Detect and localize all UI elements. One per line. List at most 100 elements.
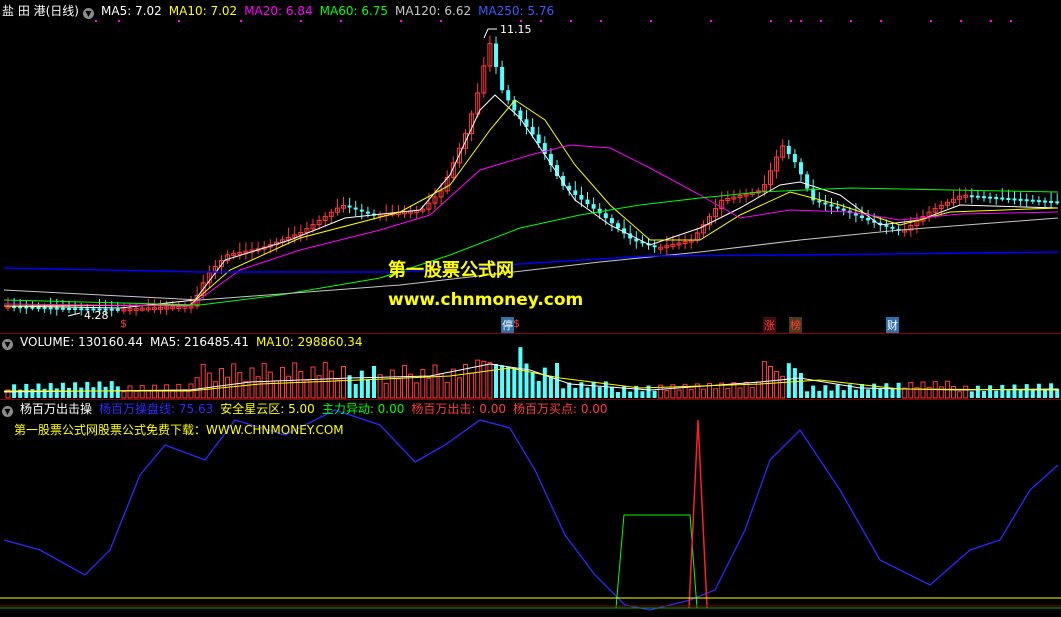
- marker-finance[interactable]: 财: [886, 317, 899, 333]
- marker-limit-up[interactable]: 涨: [763, 317, 776, 333]
- volume-bar: [652, 390, 657, 398]
- candle-body: [1055, 201, 1060, 204]
- volume-bar: [957, 391, 963, 399]
- volume-bar: [890, 388, 895, 398]
- candle-body: [841, 208, 846, 211]
- volume-bar: [377, 374, 383, 399]
- volume-bar: [54, 388, 59, 398]
- indicator-buy-label: 杨百万买点: 0.00: [512, 402, 608, 416]
- volume-bar: [963, 385, 969, 399]
- volume-bar: [902, 387, 908, 399]
- volume-bar: [432, 364, 438, 399]
- volume-panel[interactable]: ▼ VOLUME: 130160.44 MA5: 216485.41 MA10: 29…: [0, 334, 1061, 400]
- volume-bar: [139, 385, 145, 399]
- signal-dot: [850, 20, 852, 22]
- volume-bar: [469, 372, 475, 399]
- volume-bar: [91, 387, 96, 398]
- chevron-down-icon[interactable]: ▼: [83, 8, 94, 19]
- candle-body: [890, 226, 895, 229]
- volume-bar: [1018, 389, 1023, 398]
- candle-body: [969, 195, 974, 198]
- volume-bar: [127, 385, 133, 399]
- volume-bar: [591, 381, 596, 398]
- candle-body: [860, 215, 864, 218]
- candle-body: [494, 43, 498, 67]
- marker-dollar[interactable]: $: [120, 317, 127, 330]
- volume-bar: [341, 366, 346, 399]
- marker-dollar[interactable]: $: [513, 317, 520, 330]
- volume-bar: [1006, 390, 1011, 398]
- candle-body: [30, 306, 35, 309]
- candle-body: [829, 204, 834, 207]
- volume-bar: [860, 384, 864, 398]
- watermark-url: www.chnmoney.com: [388, 290, 584, 310]
- volume-bar: [389, 369, 395, 399]
- volume-bar: [853, 389, 858, 398]
- kline-chart[interactable]: [0, 0, 1061, 334]
- indicator-blue-line: [3, 409, 1059, 611]
- volume-bar: [103, 386, 108, 398]
- volume-bar: [688, 389, 694, 399]
- candle-body: [359, 209, 364, 212]
- candle-body: [54, 307, 59, 310]
- volume-bar: [494, 364, 498, 398]
- high-pointer: [483, 28, 497, 39]
- volume-bar: [322, 361, 328, 399]
- signal-dot: [440, 20, 442, 22]
- candle-body: [1043, 200, 1047, 203]
- volume-bar: [79, 387, 84, 398]
- chevron-down-icon[interactable]: ▼: [2, 406, 13, 417]
- ma120-label: MA120: 6.62: [395, 4, 472, 18]
- indicator-anomaly-label: 主力异动: 0.00: [321, 402, 405, 416]
- volume-bar: [1030, 389, 1035, 398]
- candle-body: [365, 211, 370, 214]
- volume-label: VOLUME: 130160.44: [20, 335, 143, 349]
- kline-panel[interactable]: 盐 田 港(日线) ▼ MA5: 7.02 MA10: 7.02 MA20: 6.84 M…: [0, 0, 1061, 334]
- volume-bar: [536, 380, 541, 398]
- indicator-panel[interactable]: ▼ 杨百万出击操 杨百万操盘线: 75.63 安全星云区: 5.00 主力异动: 0.0…: [0, 400, 1061, 617]
- volume-bar: [261, 362, 267, 399]
- volume-bar: [664, 389, 670, 399]
- marker-rank[interactable]: 榜: [789, 317, 802, 333]
- volume-bar: [988, 385, 993, 398]
- candle-body: [579, 194, 584, 200]
- volume-bar: [383, 382, 389, 399]
- volume-bar: [456, 377, 462, 399]
- volume-bar: [951, 386, 956, 399]
- signal-dot: [800, 20, 802, 22]
- candle-body: [988, 196, 993, 199]
- candle-body: [982, 196, 986, 199]
- candle-body: [591, 204, 596, 209]
- volume-bar: [304, 379, 310, 399]
- signal-dot: [118, 20, 120, 22]
- candle-body: [994, 197, 999, 200]
- signal-dot: [520, 20, 522, 22]
- volume-bar: [700, 388, 706, 399]
- volume-bar: [975, 385, 980, 398]
- candle-body: [1018, 198, 1023, 201]
- volume-bar: [841, 390, 846, 398]
- signal-dot: [960, 20, 962, 22]
- candle-body: [603, 213, 608, 219]
- candle-body: [1030, 199, 1035, 202]
- chevron-down-icon[interactable]: ▼: [2, 339, 13, 350]
- indicator-line-label: 杨百万操盘线: 75.63: [99, 402, 214, 416]
- candle-body: [109, 308, 114, 311]
- candle-body: [817, 200, 822, 203]
- signal-dot: [400, 20, 402, 22]
- candle-body: [73, 308, 78, 311]
- volume-bar: [817, 390, 822, 398]
- volume-bar: [573, 387, 578, 398]
- signal-dot: [990, 20, 992, 22]
- volume-bar: [438, 373, 444, 399]
- volume-bar: [982, 391, 986, 398]
- volume-bar: [1036, 383, 1041, 398]
- volume-bar: [628, 391, 633, 398]
- volume-bar: [884, 383, 889, 398]
- volume-bar: [365, 379, 370, 398]
- volume-bar: [609, 386, 614, 398]
- candle-body: [652, 245, 657, 248]
- volume-bar: [481, 360, 487, 399]
- volume-bar: [938, 386, 944, 399]
- ma250-label: MA250: 5.76: [478, 4, 555, 18]
